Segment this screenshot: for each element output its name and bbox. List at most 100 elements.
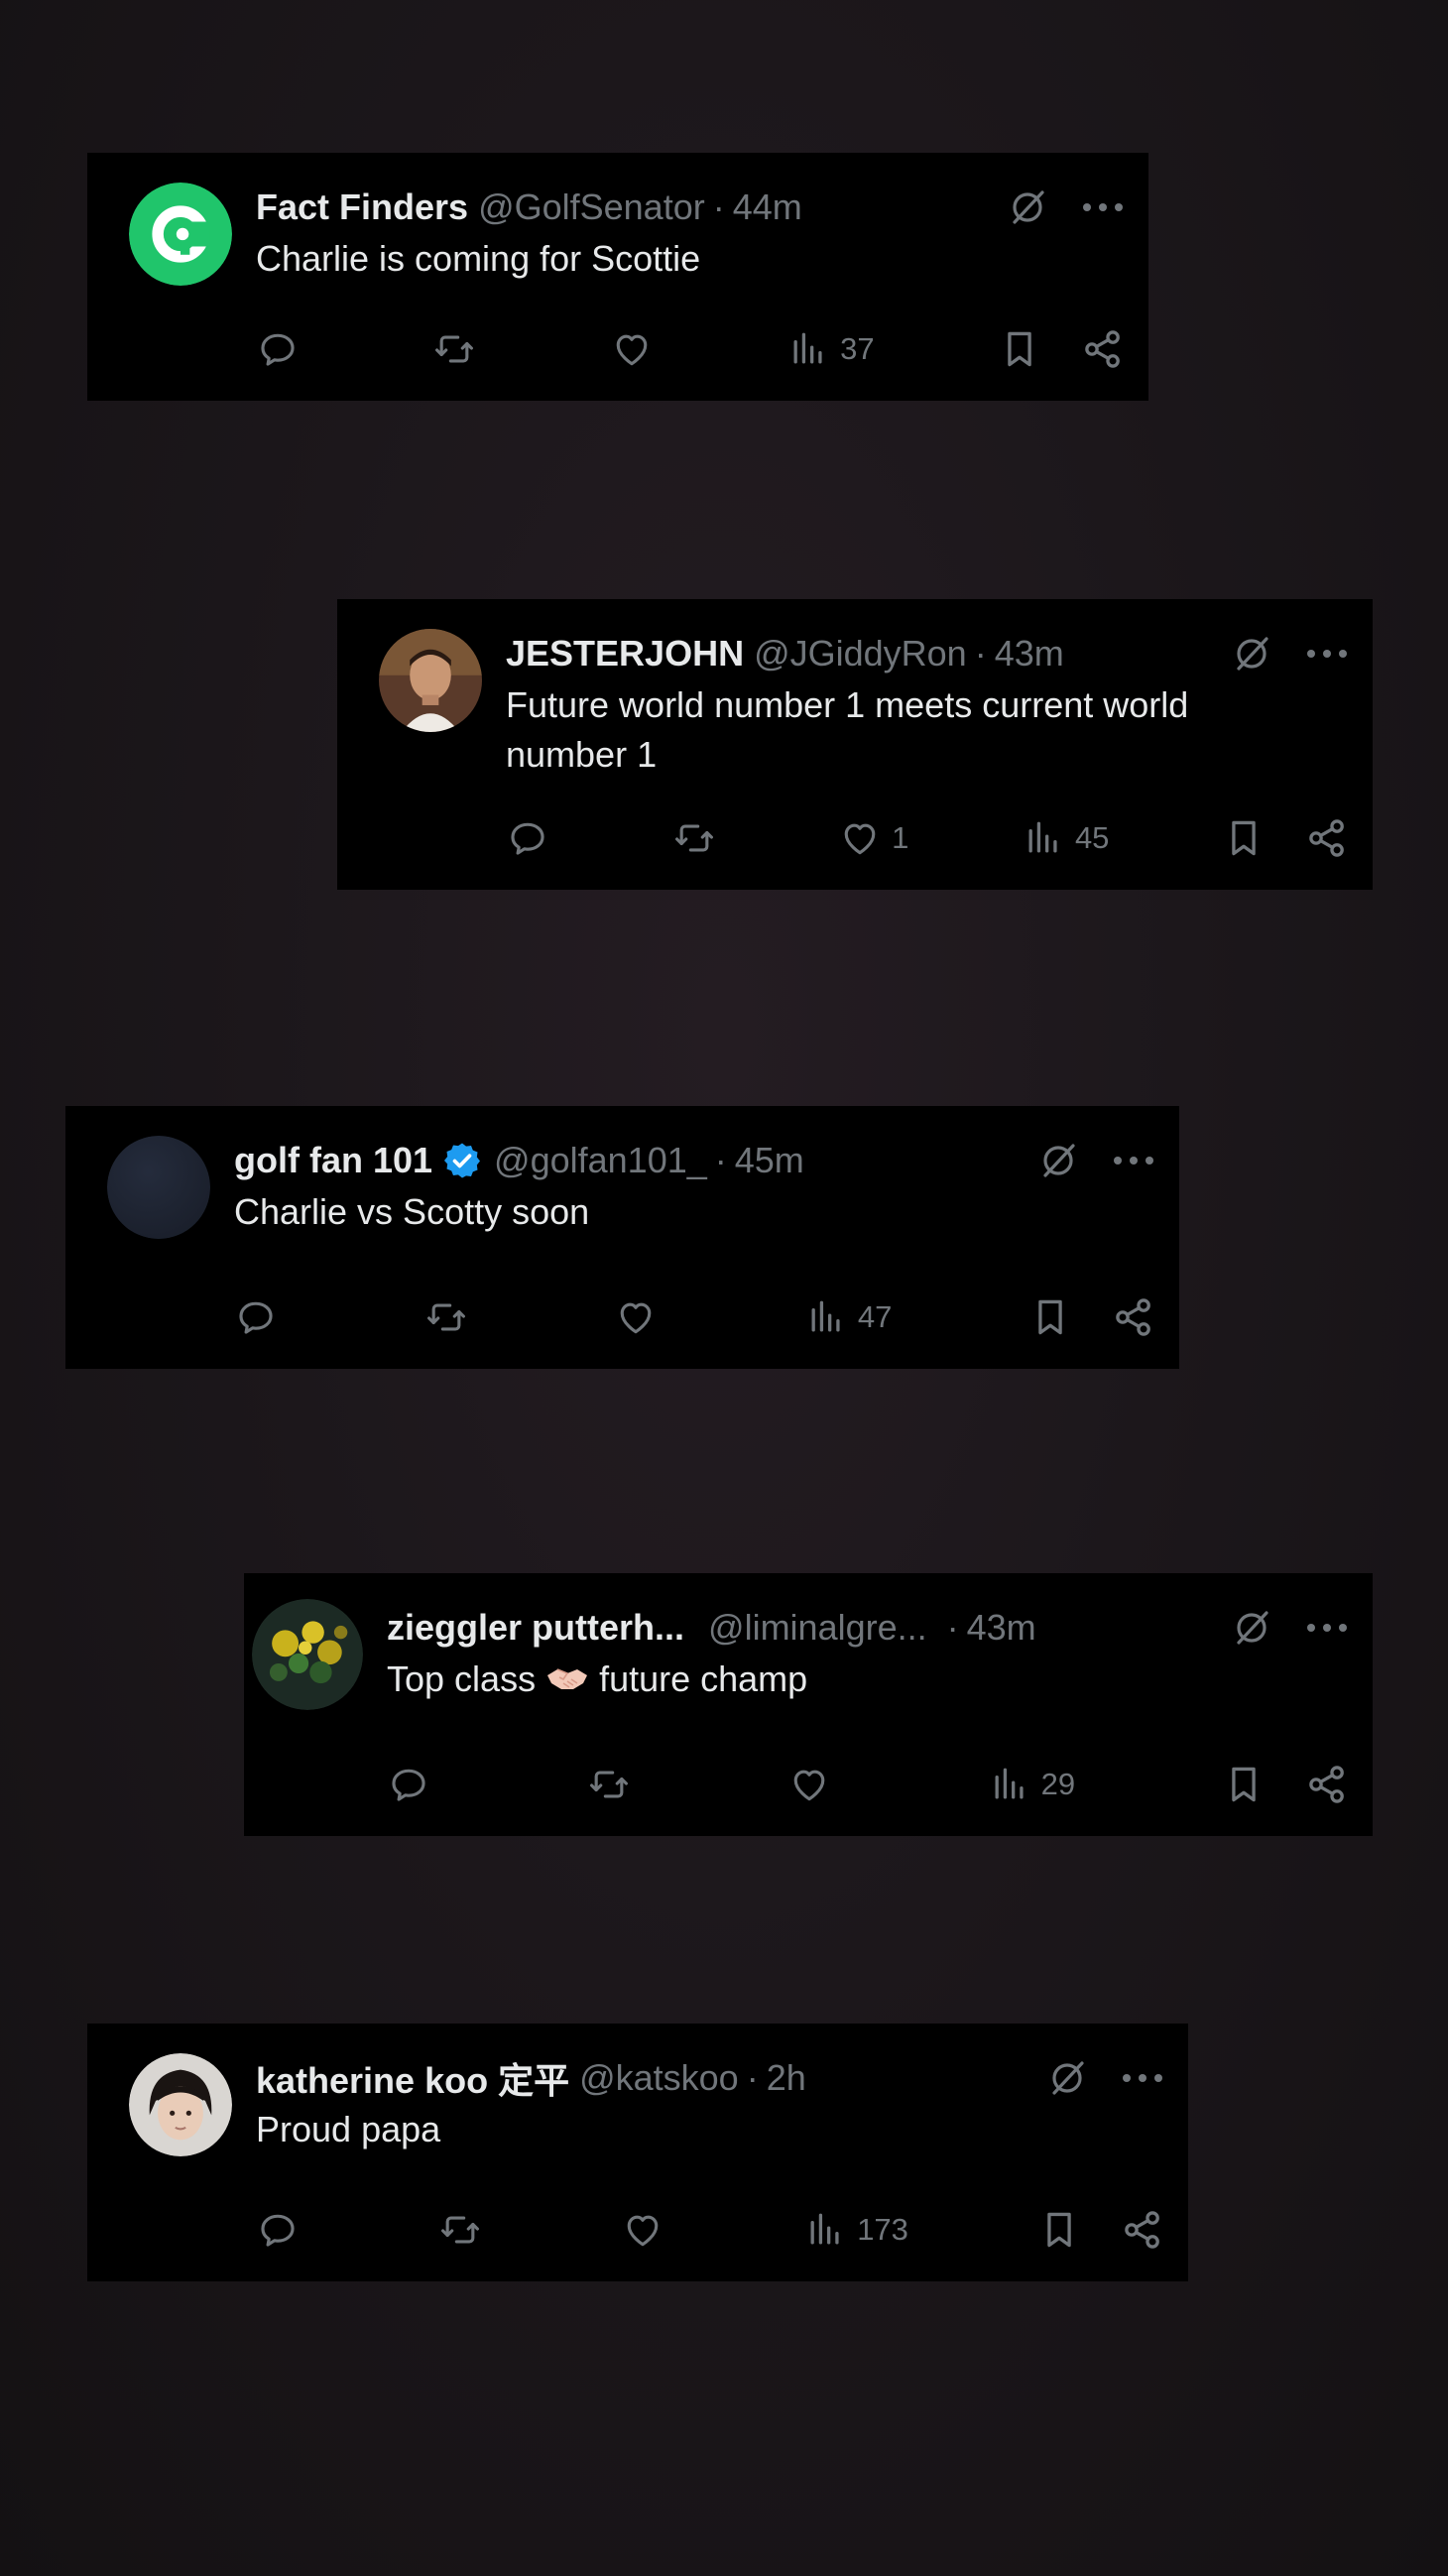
views-count: 45 [1074, 820, 1110, 855]
tweet-card[interactable]: golf fan 101 @golfan101_ · 45m Charlie v… [65, 1106, 1179, 1369]
more-icon[interactable] [1081, 201, 1125, 213]
repost-icon [589, 1771, 628, 1798]
bookmark-button[interactable] [998, 327, 1041, 371]
bookmark-button[interactable] [1222, 816, 1266, 860]
like-count: 1 [892, 820, 909, 855]
views-icon [793, 332, 822, 364]
timestamp[interactable]: 44m [733, 186, 802, 228]
share-icon [1125, 2211, 1159, 2249]
separator-dot: · [714, 1140, 727, 1180]
avatar[interactable] [129, 183, 232, 286]
more-icon[interactable] [1305, 648, 1349, 660]
views-count: 29 [1040, 1767, 1076, 1801]
bookmark-icon [1232, 1767, 1256, 1802]
views-count: 37 [840, 331, 875, 366]
reply-icon [239, 1301, 273, 1334]
author-name[interactable]: JESTERJOHN [506, 633, 744, 675]
bookmark-button[interactable] [1037, 2208, 1081, 2252]
avatar[interactable] [379, 629, 482, 732]
tweet-card[interactable]: JESTERJOHN @JGiddyRon · 43m Future world… [337, 599, 1373, 890]
tweet-text: Charlie is coming for Scottie [256, 238, 701, 279]
author-name[interactable]: katherine koo 定平 [256, 2052, 569, 2104]
grok-icon[interactable] [1232, 634, 1271, 674]
like-icon [627, 2215, 659, 2247]
author-handle[interactable]: @GolfSenator [478, 186, 705, 228]
tweet-text: Proud papa [256, 2109, 441, 2149]
more-icon[interactable] [1112, 1155, 1155, 1166]
share-button[interactable] [1305, 816, 1349, 860]
avatar[interactable] [129, 2053, 232, 2156]
views-count: 173 [857, 2212, 908, 2247]
tweet-card[interactable]: zieggler putterh... @liminalgre... · 43m… [244, 1573, 1373, 1836]
views-button[interactable]: 47 [804, 1295, 892, 1339]
like-icon [844, 823, 876, 855]
share-icon [1309, 1766, 1344, 1803]
share-icon [1309, 819, 1344, 857]
grok-icon[interactable] [1232, 1608, 1271, 1648]
repost-button[interactable] [587, 1763, 641, 1806]
views-icon [810, 2213, 839, 2245]
like-button[interactable] [614, 1295, 667, 1339]
bookmark-icon [1038, 1299, 1062, 1335]
share-button[interactable] [1112, 1295, 1155, 1339]
repost-icon [441, 2216, 480, 2244]
more-icon[interactable] [1121, 2072, 1164, 2084]
views-button[interactable]: 37 [786, 327, 875, 371]
like-button[interactable]: 1 [838, 816, 908, 860]
repost-button[interactable] [438, 2208, 492, 2252]
handshake-emoji-icon [547, 1668, 588, 1689]
author-name[interactable]: Fact Finders [256, 186, 468, 228]
views-button[interactable]: 29 [988, 1763, 1075, 1806]
reply-icon [261, 2214, 295, 2247]
bookmark-button[interactable] [1222, 1763, 1266, 1806]
repost-button[interactable] [432, 327, 486, 371]
author-name[interactable]: golf fan 101 [234, 1140, 432, 1181]
tweet-card[interactable]: katherine koo 定平 @katskoo · 2h Proud pap… [87, 2024, 1188, 2281]
like-button[interactable] [610, 327, 664, 371]
separator-dot: · [712, 186, 725, 227]
share-button[interactable] [1121, 2208, 1164, 2252]
grok-icon[interactable] [1047, 2058, 1087, 2098]
reply-button[interactable] [256, 327, 309, 371]
tweet-card[interactable]: Fact Finders @GolfSenator · 44m Charlie … [87, 153, 1148, 401]
repost-icon [674, 824, 713, 852]
timestamp[interactable]: 2h [767, 2057, 806, 2099]
reply-button[interactable] [234, 1295, 288, 1339]
timestamp[interactable]: 45m [735, 1140, 804, 1181]
reply-button[interactable] [387, 1763, 440, 1806]
avatar[interactable] [107, 1136, 210, 1239]
timestamp[interactable]: 43m [995, 633, 1064, 675]
reply-icon [392, 1769, 425, 1801]
more-icon[interactable] [1305, 1622, 1349, 1634]
like-button[interactable] [787, 1763, 841, 1806]
reply-button[interactable] [506, 816, 559, 860]
author-handle[interactable]: @golfan101_ [494, 1140, 707, 1181]
views-button[interactable]: 173 [803, 2208, 908, 2252]
separator-dot: · [946, 1607, 959, 1648]
share-button[interactable] [1081, 327, 1125, 371]
like-button[interactable] [621, 2208, 674, 2252]
tweet-text: Top class future champ [387, 1655, 1349, 1704]
grok-icon[interactable] [1038, 1141, 1078, 1180]
reply-icon [511, 822, 544, 855]
reply-icon [261, 333, 295, 366]
repost-button[interactable] [672, 816, 726, 860]
share-button[interactable] [1305, 1763, 1349, 1806]
separator-dot: · [974, 633, 987, 674]
repost-button[interactable] [424, 1295, 478, 1339]
like-icon [620, 1302, 652, 1334]
author-handle[interactable]: @liminalgre... [708, 1607, 927, 1649]
grok-icon[interactable] [1008, 187, 1047, 227]
bookmark-icon [1232, 820, 1256, 856]
views-icon [995, 1768, 1024, 1799]
bookmark-button[interactable] [1028, 1295, 1072, 1339]
author-name[interactable]: zieggler putterh... [387, 1607, 684, 1649]
reply-button[interactable] [256, 2208, 309, 2252]
bookmark-icon [1047, 2212, 1071, 2248]
avatar[interactable] [252, 1599, 363, 1710]
timestamp[interactable]: 43m [967, 1607, 1036, 1649]
author-handle[interactable]: @JGiddyRon [754, 633, 967, 675]
author-handle[interactable]: @katskoo [579, 2057, 739, 2099]
views-button[interactable]: 45 [1022, 816, 1109, 860]
views-icon [811, 1300, 840, 1332]
